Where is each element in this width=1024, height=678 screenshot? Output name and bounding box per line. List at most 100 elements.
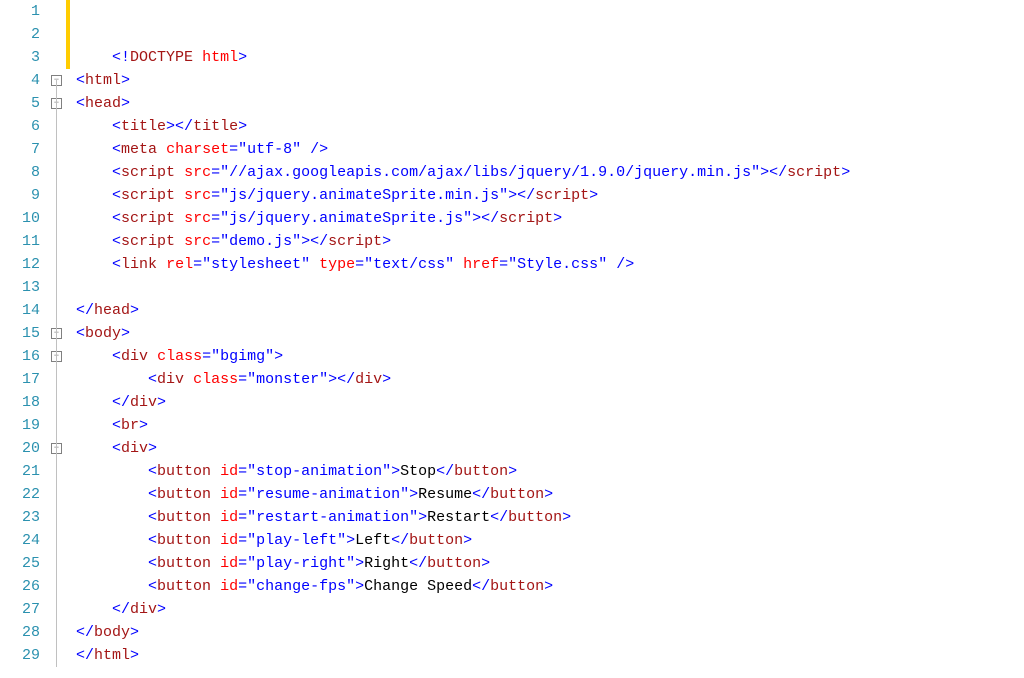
code-line[interactable]: <button id="resume-animation">Resume</bu… [76,483,1024,506]
code-line[interactable]: <script src="demo.js"></script> [76,230,1024,253]
code-token: > [382,371,391,388]
code-line[interactable]: <title></title> [76,115,1024,138]
code-line[interactable]: <br> [76,414,1024,437]
code-line[interactable]: <div class="monster"></div> [76,368,1024,391]
code-token: < [148,486,157,503]
code-token: div [157,371,184,388]
code-editor[interactable]: 1234567891011121314151617181920212223242… [0,0,1024,678]
line-number: 22 [0,483,40,506]
code-token: div [130,394,157,411]
code-token: button [157,509,211,526]
code-token: ="js/jquery.animateSprite.js"></ [211,210,499,227]
code-token: button [157,486,211,503]
code-token: > [130,624,139,641]
code-token: <! [112,49,130,66]
code-line[interactable]: <button id="play-right">Right</button> [76,552,1024,575]
code-line[interactable]: <button id="restart-animation">Restart</… [76,506,1024,529]
code-line[interactable]: <body> [76,322,1024,345]
line-number: 14 [0,299,40,322]
code-token: < [148,371,157,388]
code-line[interactable]: <button id="change-fps">Change Speed</bu… [76,575,1024,598]
line-number: 16 [0,345,40,368]
code-line[interactable] [76,0,1024,23]
code-token: html [202,49,238,66]
code-token [211,578,220,595]
code-line[interactable]: <html> [76,69,1024,92]
code-token: src [184,187,211,204]
code-token: ="change-fps"> [238,578,364,595]
code-token [157,256,166,273]
line-number: 29 [0,644,40,667]
code-token: < [112,256,121,273]
code-token: id [220,555,238,572]
code-token: script [328,233,382,250]
code-line[interactable]: <button id="play-left">Left</button> [76,529,1024,552]
code-token: < [112,233,121,250]
code-token: class [193,371,238,388]
code-line[interactable]: <meta charset="utf-8" /> [76,138,1024,161]
code-token: < [112,164,121,181]
code-token: > [841,164,850,181]
code-token: </ [112,394,130,411]
line-number: 6 [0,115,40,138]
code-token: script [535,187,589,204]
code-token: ></ [166,118,193,135]
line-number: 11 [0,230,40,253]
code-token: meta [121,141,157,158]
code-token: ="demo.js"></ [211,233,328,250]
code-line[interactable] [76,23,1024,46]
code-line[interactable]: </head> [76,299,1024,322]
code-line[interactable]: </div> [76,598,1024,621]
code-token: script [121,210,175,227]
fold-guide-line [56,80,57,667]
code-line[interactable]: <script src="js/jquery.animateSprite.min… [76,184,1024,207]
code-token: > [130,302,139,319]
code-line[interactable]: <div class="bgimg"> [76,345,1024,368]
code-token: button [427,555,481,572]
code-line[interactable]: <button id="stop-animation">Stop</button… [76,460,1024,483]
line-number: 5 [0,92,40,115]
code-area[interactable]: <!DOCTYPE html><html><head> <title></tit… [72,0,1024,678]
code-token: > [121,95,130,112]
code-token: title [121,118,166,135]
code-token: > [589,187,598,204]
code-token [148,348,157,365]
code-token: id [220,578,238,595]
line-number: 4 [0,69,40,92]
line-number: 7 [0,138,40,161]
code-line[interactable]: <head> [76,92,1024,115]
code-token: </ [472,578,490,595]
code-line[interactable]: </html> [76,644,1024,667]
code-line[interactable]: <script src="js/jquery.animateSprite.js"… [76,207,1024,230]
code-token: button [157,578,211,595]
line-number: 23 [0,506,40,529]
code-line[interactable]: <!DOCTYPE html> [76,46,1024,69]
code-token: DOCTYPE [130,49,193,66]
code-token [175,187,184,204]
code-token: id [220,532,238,549]
line-number: 17 [0,368,40,391]
code-token [211,509,220,526]
code-token: head [85,95,121,112]
code-token: > [157,601,166,618]
code-token: button [490,486,544,503]
line-number: 18 [0,391,40,414]
code-token: script [121,164,175,181]
change-marker [66,0,70,23]
code-line[interactable] [76,276,1024,299]
code-token: > [562,509,571,526]
code-token: rel [166,256,193,273]
code-line[interactable]: </div> [76,391,1024,414]
code-token: button [508,509,562,526]
code-line[interactable]: <div> [76,437,1024,460]
code-token: href [463,256,499,273]
code-line[interactable]: </body> [76,621,1024,644]
code-token: ="play-right"> [238,555,364,572]
code-token: link [121,256,157,273]
code-token: < [112,348,121,365]
change-marker [66,23,70,46]
code-token: script [121,233,175,250]
code-line[interactable]: <script src="//ajax.googleapis.com/ajax/… [76,161,1024,184]
code-token: button [409,532,463,549]
code-line[interactable]: <link rel="stylesheet" type="text/css" h… [76,253,1024,276]
